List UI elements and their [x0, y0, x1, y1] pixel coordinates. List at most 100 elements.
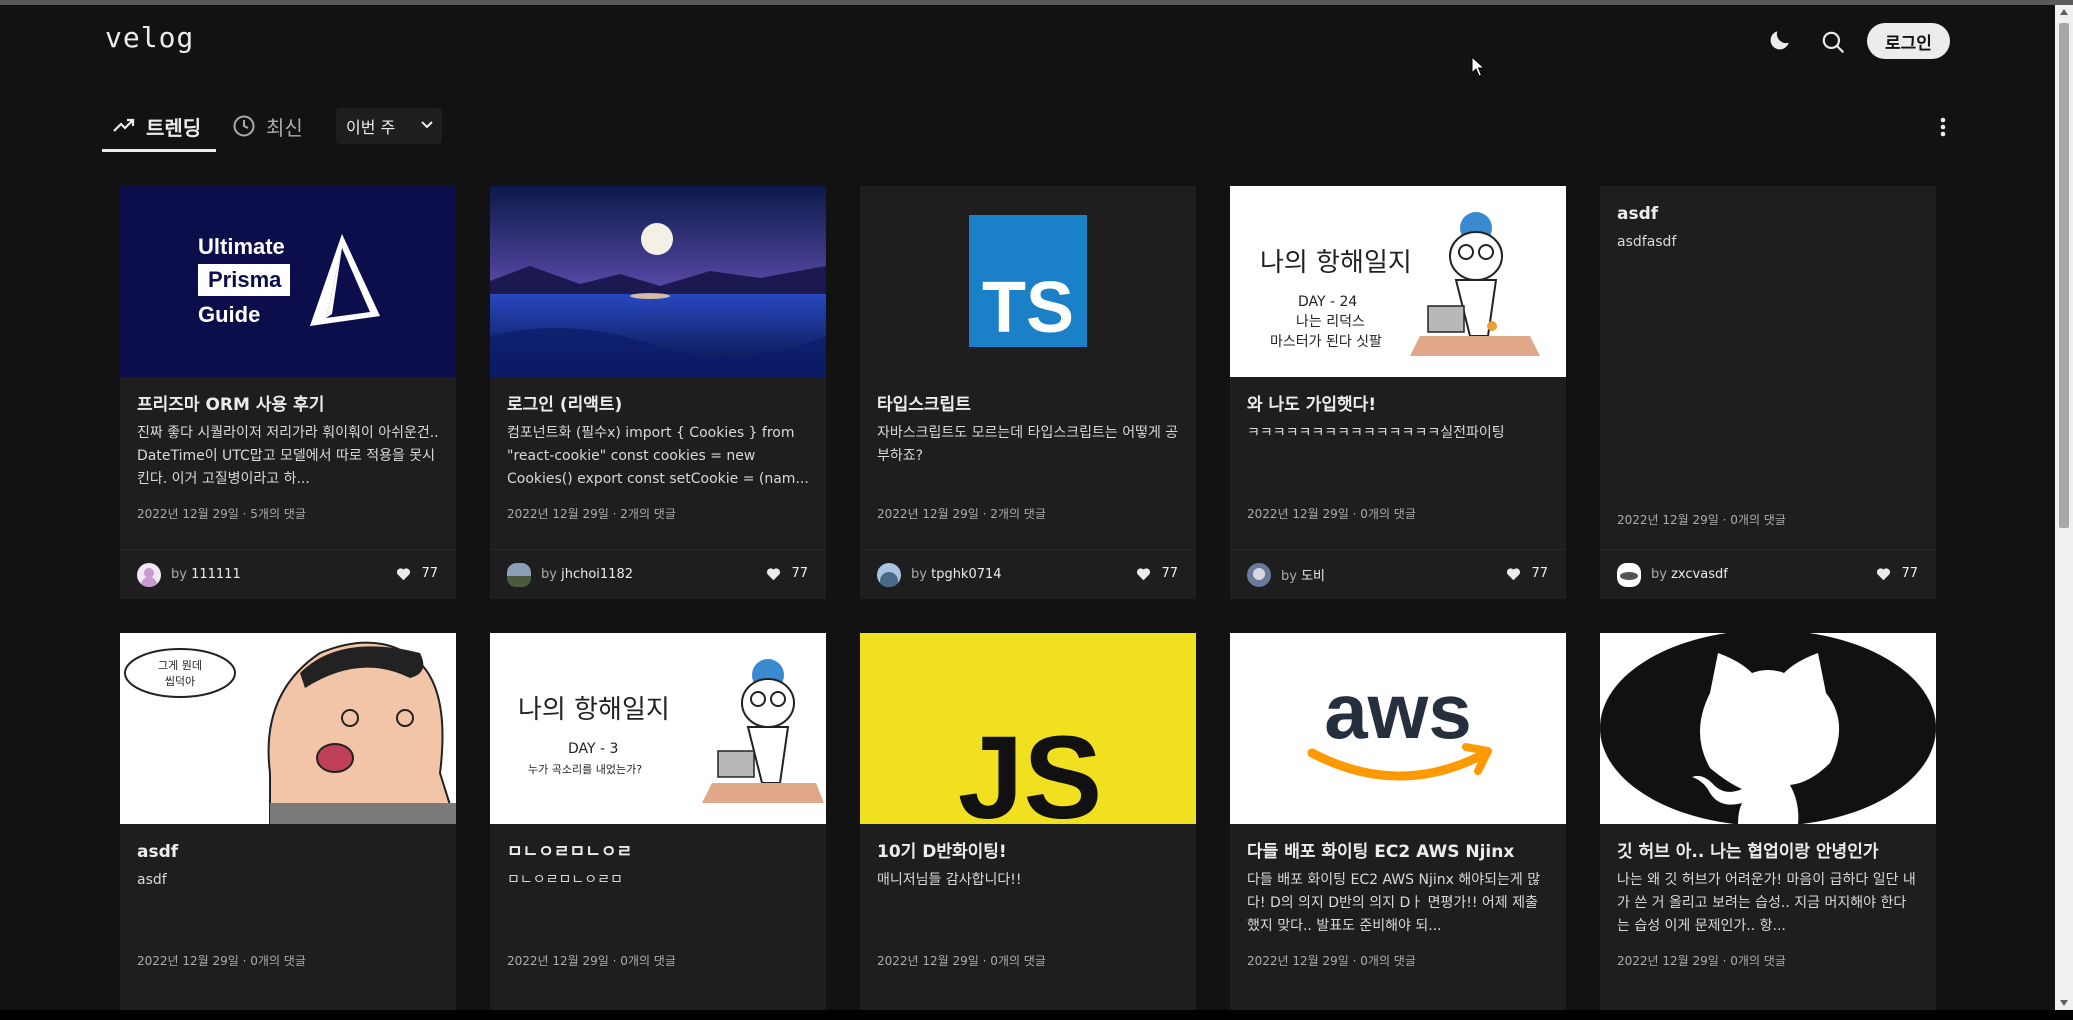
thumb-text: JS [958, 712, 1102, 824]
post-card-body: asdf asdf 2022년 12월 29일 · 0개의 댓글 [120, 824, 456, 986]
moon-icon[interactable] [1767, 27, 1793, 53]
author-prefix: by [171, 567, 187, 582]
post-footer: by tpghk0714 77 [860, 549, 1196, 599]
post-likes: 77 [1136, 566, 1178, 581]
login-button[interactable]: 로그인 [1867, 23, 1950, 59]
thumb-text: 씹덕아 [165, 675, 195, 688]
post-card-body: 프리즈마 ORM 사용 후기 진짜 좋다 시퀄라이저 저리가라 훠이훠이 아쉬운… [120, 377, 456, 539]
post-meta: 2022년 12월 29일 · 5개의 댓글 [137, 507, 306, 521]
thumb-text: 그게 뭔데 [158, 659, 202, 672]
post-thumbnail[interactable]: 나의 항해일지 DAY - 24 나는 리덕스 마스터가 된다 싯팔 [1230, 186, 1566, 377]
post-title[interactable]: asdf [137, 840, 439, 864]
post-title[interactable]: ㅁㄴㅇㄹㅁㄴㅇㄹ [507, 840, 809, 864]
vertical-scrollbar[interactable] [2055, 5, 2073, 1010]
tab-recent-label: 최신 [266, 115, 303, 140]
period-select-value: 이번 주 [346, 118, 396, 137]
thumb-text: TS [982, 268, 1074, 348]
tab-trending[interactable]: 트렌딩 [102, 102, 216, 150]
feed-tabs: 트렌딩 최신 이번 주 [102, 102, 1962, 154]
avatar[interactable] [137, 562, 161, 587]
post-card[interactable]: 나의 항해일지 DAY - 3 누가 곡소리를 내었는가? ㅁㄴㅇㄹㅁㄴㅇㄹ ㅁ… [490, 633, 826, 1020]
post-thumbnail[interactable]: Ultimate Prisma Guide [120, 186, 456, 377]
header: velog 로그인 [0, 5, 2050, 80]
post-card-body: 10기 D반화이팅! 매니저님들 감사합니다!! 2022년 12월 29일 ·… [860, 824, 1196, 986]
scroll-up-arrow-icon[interactable] [2060, 9, 2068, 15]
thumb-text: 누가 곡소리를 내었는가? [528, 763, 642, 776]
post-thumbnail[interactable]: TS [860, 186, 1196, 377]
author-prefix: by [911, 567, 927, 582]
heart-icon [1877, 567, 1891, 580]
tab-recent[interactable]: 최신 [232, 102, 322, 150]
post-title[interactable]: 다들 배포 화이팅 EC2 AWS Njinx [1247, 840, 1549, 864]
window-bottom-border [0, 1010, 2073, 1020]
chevron-down-icon [421, 121, 433, 129]
post-card[interactable]: 깃 허브 아.. 나는 협업이랑 안녕인가 나는 왜 깃 허브가 어려운가! 마… [1600, 633, 1936, 1020]
post-author[interactable]: by 도비 [1281, 565, 1325, 584]
scrollbar-thumb[interactable] [2059, 23, 2069, 528]
post-card[interactable]: 로그인 (리액트) 컴포넌트화 (필수x) import { Cookies }… [490, 186, 826, 599]
post-author[interactable]: by jhchoi1182 [541, 567, 633, 582]
post-description: 자바스크립트도 모르는데 타입스크립트는 어떻게 공부하죠? [877, 425, 1179, 464]
post-card[interactable]: 나의 항해일지 DAY - 24 나는 리덕스 마스터가 된다 싯팔 와 나도 … [1230, 186, 1566, 599]
more-vertical-icon[interactable] [1932, 114, 1954, 140]
heart-icon [397, 567, 411, 580]
thumb-text: DAY - 3 [568, 741, 618, 757]
author-prefix: by [1651, 567, 1667, 582]
post-description: 진짜 좋다 시퀄라이저 저리가라 훠이훠이 아쉬운건.. DateTime이 U… [137, 425, 439, 487]
post-description: 컴포넌트화 (필수x) import { Cookies } from "rea… [507, 425, 809, 487]
post-title[interactable]: 타입스크립트 [877, 393, 1179, 417]
thumb-text: Prisma [208, 267, 282, 292]
post-title[interactable]: 와 나도 가입햇다! [1247, 393, 1549, 417]
post-card[interactable]: Ultimate Prisma Guide 프리즈마 ORM 사용 후기 진짜 … [120, 186, 456, 599]
search-icon[interactable] [1820, 29, 1846, 55]
post-description: asdfasdf [1617, 234, 1677, 250]
post-thumbnail[interactable]: 그게 뭔데 씹덕아 [120, 633, 456, 824]
post-meta: 2022년 12월 29일 · 0개의 댓글 [1247, 954, 1416, 968]
post-title[interactable]: 프리즈마 ORM 사용 후기 [137, 393, 439, 417]
post-card[interactable]: 그게 뭔데 씹덕아 asdf asdf 2022년 12월 29일 · 0개의 … [120, 633, 456, 1020]
post-author[interactable]: by zxcvasdf [1651, 567, 1728, 582]
post-description: 매니저님들 감사합니다!! [877, 872, 1022, 888]
thumb-text: Ultimate [198, 234, 285, 259]
post-title[interactable]: asdf [1617, 202, 1919, 226]
post-thumbnail[interactable] [490, 186, 826, 377]
clock-icon [233, 115, 255, 137]
velog-logo[interactable]: velog [105, 21, 194, 54]
mouse-cursor-icon [1471, 56, 1486, 77]
post-author[interactable]: by 111111 [171, 567, 241, 582]
post-card[interactable]: JS 10기 D반화이팅! 매니저님들 감사합니다!! 2022년 12월 29… [860, 633, 1196, 1020]
author-name: 도비 [1301, 569, 1326, 584]
post-meta: 2022년 12월 29일 · 0개의 댓글 [1617, 954, 1786, 968]
post-title[interactable]: 10기 D반화이팅! [877, 840, 1179, 864]
post-card[interactable]: asdf asdfasdf 2022년 12월 29일 · 0개의 댓글 by … [1600, 186, 1936, 599]
post-title[interactable]: 로그인 (리액트) [507, 393, 809, 417]
post-meta: 2022년 12월 29일 · 0개의 댓글 [877, 954, 1046, 968]
avatar[interactable] [1617, 562, 1641, 587]
post-footer: by 도비 77 [1230, 549, 1566, 599]
tab-trending-label: 트렌딩 [146, 115, 202, 140]
post-thumbnail[interactable]: 나의 항해일지 DAY - 3 누가 곡소리를 내었는가? [490, 633, 826, 824]
post-thumbnail[interactable] [1600, 633, 1936, 824]
post-footer: by 111111 77 [120, 549, 456, 599]
post-thumbnail[interactable]: aws [1230, 633, 1566, 824]
post-title[interactable]: 깃 허브 아.. 나는 협업이랑 안녕인가 [1617, 840, 1919, 864]
post-meta: 2022년 12월 29일 · 2개의 댓글 [507, 507, 676, 521]
period-select[interactable]: 이번 주 [336, 108, 442, 144]
post-card[interactable]: aws 다들 배포 화이팅 EC2 AWS Njinx 다들 배포 화이팅 EC… [1230, 633, 1566, 1020]
author-prefix: by [1281, 569, 1297, 584]
post-card[interactable]: TS 타입스크립트 자바스크립트도 모르는데 타입스크립트는 어떻게 공부하죠?… [860, 186, 1196, 599]
post-card-body: 와 나도 가입햇다! ㅋㅋㅋㅋㅋㅋㅋㅋㅋㅋㅋㅋㅋㅋㅋ실전파이팅 2022년 12… [1230, 377, 1566, 539]
heart-icon [1137, 567, 1151, 580]
heart-icon [767, 567, 781, 580]
post-description: ㅋㅋㅋㅋㅋㅋㅋㅋㅋㅋㅋㅋㅋㅋㅋ실전파이팅 [1247, 425, 1505, 441]
avatar[interactable] [877, 562, 901, 587]
post-thumbnail[interactable]: JS [860, 633, 1196, 824]
scroll-down-arrow-icon[interactable] [2060, 1000, 2068, 1006]
avatar[interactable] [507, 562, 531, 587]
post-description: 다들 배포 화이팅 EC2 AWS Njinx 해야되는게 많다! D의 의지 … [1247, 872, 1541, 934]
avatar[interactable] [1247, 562, 1271, 587]
post-meta: 2022년 12월 29일 · 0개의 댓글 [1617, 513, 1786, 527]
post-meta: 2022년 12월 29일 · 0개의 댓글 [507, 954, 676, 968]
post-meta: 2022년 12월 29일 · 0개의 댓글 [1247, 507, 1416, 521]
post-author[interactable]: by tpghk0714 [911, 567, 1002, 582]
